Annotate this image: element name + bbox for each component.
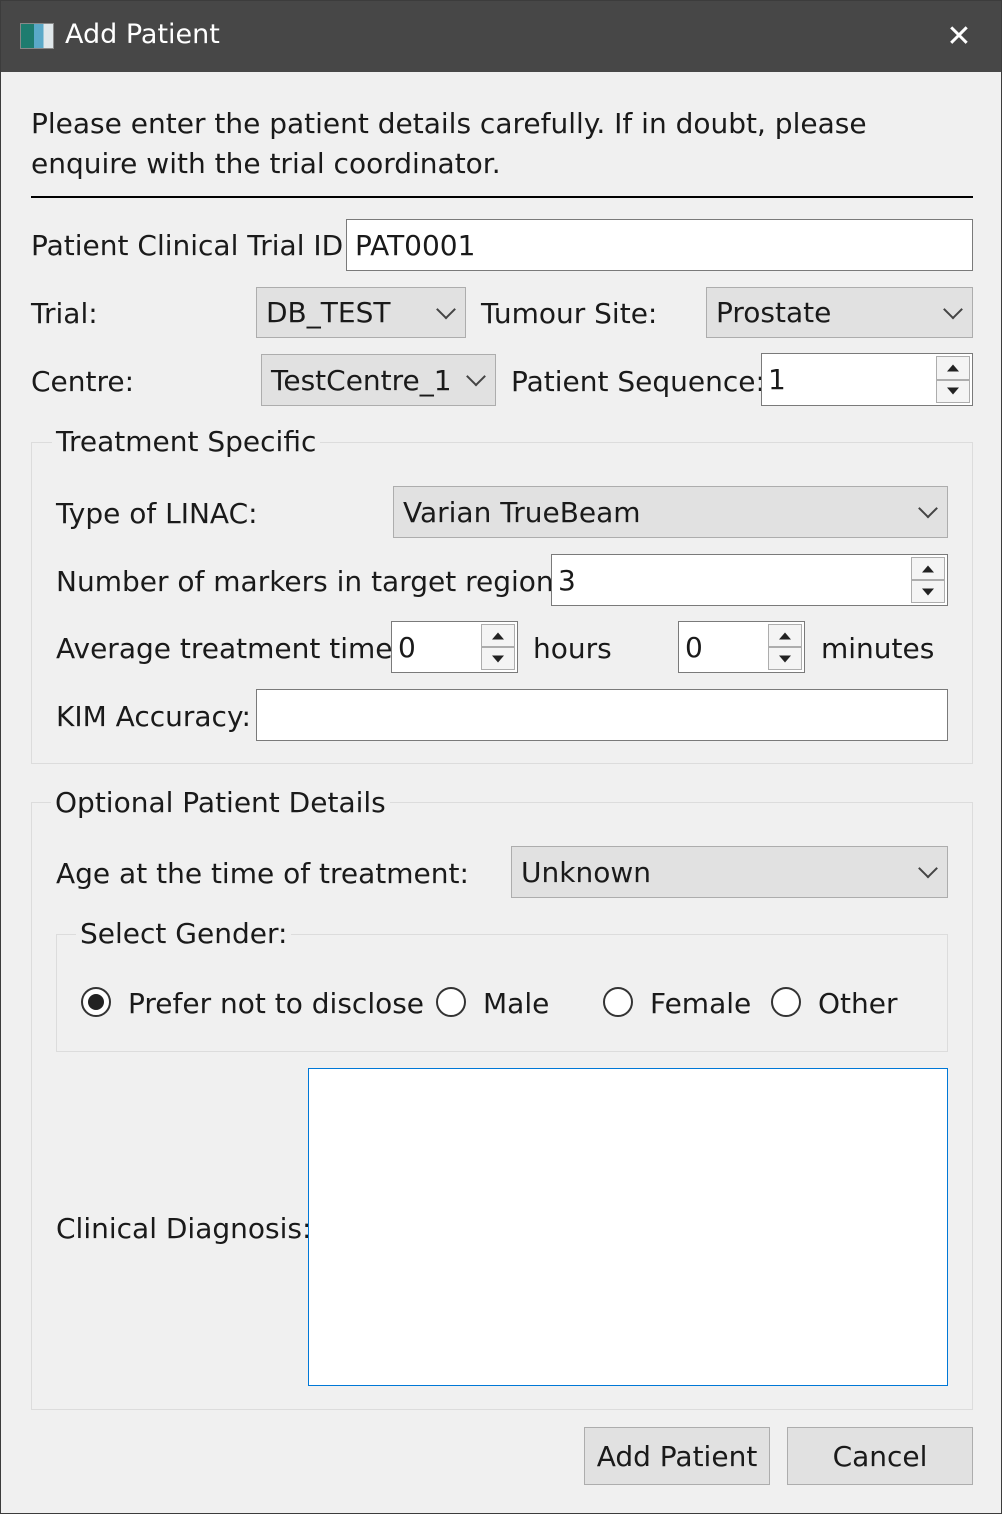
trial-select[interactable]: DB_TEST: [256, 287, 466, 338]
chevron-down-icon: [943, 299, 963, 319]
centre-select-value: TestCentre_1: [271, 363, 452, 397]
spin-up-button[interactable]: [911, 557, 945, 580]
hours-value: 0: [398, 630, 416, 664]
window-title: Add Patient: [65, 19, 220, 50]
minutes-spinbox[interactable]: 0: [678, 621, 805, 673]
kim-accuracy-label: KIM Accuracy:: [56, 700, 251, 733]
app-icon: [20, 23, 54, 49]
gender-radio-other[interactable]: [771, 987, 801, 1017]
patient-id-input[interactable]: PAT0001: [346, 219, 973, 271]
markers-label: Number of markers in target region:: [56, 565, 564, 598]
spin-up-button[interactable]: [768, 624, 802, 647]
gender-title: Select Gender:: [76, 917, 292, 950]
linac-select[interactable]: Varian TrueBeam: [393, 486, 948, 538]
add-patient-dialog: Add Patient ✕ Please enter the patient d…: [0, 0, 1002, 1514]
age-select-value: Unknown: [521, 855, 651, 889]
title-bar: Add Patient ✕: [1, 1, 1001, 72]
spin-down-button[interactable]: [768, 647, 802, 670]
gender-option-other: Other: [818, 987, 898, 1020]
tumour-site-label: Tumour Site:: [481, 297, 658, 330]
gender-radio-male[interactable]: [436, 987, 466, 1017]
linac-label: Type of LINAC:: [56, 497, 258, 530]
kim-accuracy-input[interactable]: [256, 689, 948, 741]
patient-id-label: Patient Clinical Trial ID:: [31, 229, 353, 262]
divider: [31, 196, 973, 198]
minutes-value: 0: [685, 630, 703, 664]
gender-option-male: Male: [483, 987, 550, 1020]
gender-radio-female[interactable]: [603, 987, 633, 1017]
spin-up-button[interactable]: [481, 624, 515, 647]
trial-select-value: DB_TEST: [266, 296, 391, 329]
treatment-time-label: Average treatment time:: [56, 632, 402, 665]
gender-radio-prefer-not[interactable]: [81, 987, 111, 1017]
optional-details-title: Optional Patient Details: [51, 786, 390, 819]
gender-option-female: Female: [650, 987, 752, 1020]
spin-down-button[interactable]: [936, 379, 970, 403]
gender-option-prefer-not: Prefer not to disclose: [128, 987, 425, 1020]
centre-label: Centre:: [31, 365, 135, 398]
age-label: Age at the time of treatment:: [56, 857, 469, 890]
hours-spinbox[interactable]: 0: [391, 621, 518, 673]
markers-value: 3: [558, 563, 576, 597]
trial-label: Trial:: [31, 297, 98, 330]
chevron-down-icon: [918, 858, 938, 879]
treatment-specific-title: Treatment Specific: [52, 425, 321, 458]
tumour-site-select[interactable]: Prostate: [706, 287, 973, 338]
patient-sequence-value: 1: [768, 363, 786, 396]
minutes-unit-label: minutes: [821, 632, 935, 665]
spin-down-button[interactable]: [481, 647, 515, 670]
chevron-down-icon: [466, 366, 486, 387]
add-patient-button[interactable]: Add Patient: [584, 1427, 770, 1485]
cancel-button[interactable]: Cancel: [787, 1427, 973, 1485]
chevron-down-icon: [436, 299, 456, 319]
linac-select-value: Varian TrueBeam: [403, 495, 641, 529]
hours-unit-label: hours: [533, 632, 612, 665]
age-select[interactable]: Unknown: [511, 846, 948, 898]
patient-sequence-label: Patient Sequence:: [511, 365, 765, 398]
spin-down-button[interactable]: [911, 580, 945, 603]
clinical-diagnosis-textarea[interactable]: [308, 1068, 948, 1386]
centre-select[interactable]: TestCentre_1: [261, 354, 496, 406]
close-icon[interactable]: ✕: [937, 15, 981, 59]
patient-sequence-spinbox[interactable]: 1: [761, 353, 973, 406]
chevron-down-icon: [918, 498, 938, 519]
spin-up-button[interactable]: [936, 356, 970, 380]
markers-spinbox[interactable]: 3: [551, 554, 948, 606]
clinical-diagnosis-label: Clinical Diagnosis:: [56, 1212, 312, 1245]
intro-text: Please enter the patient details careful…: [31, 107, 867, 180]
tumour-site-select-value: Prostate: [716, 296, 832, 329]
